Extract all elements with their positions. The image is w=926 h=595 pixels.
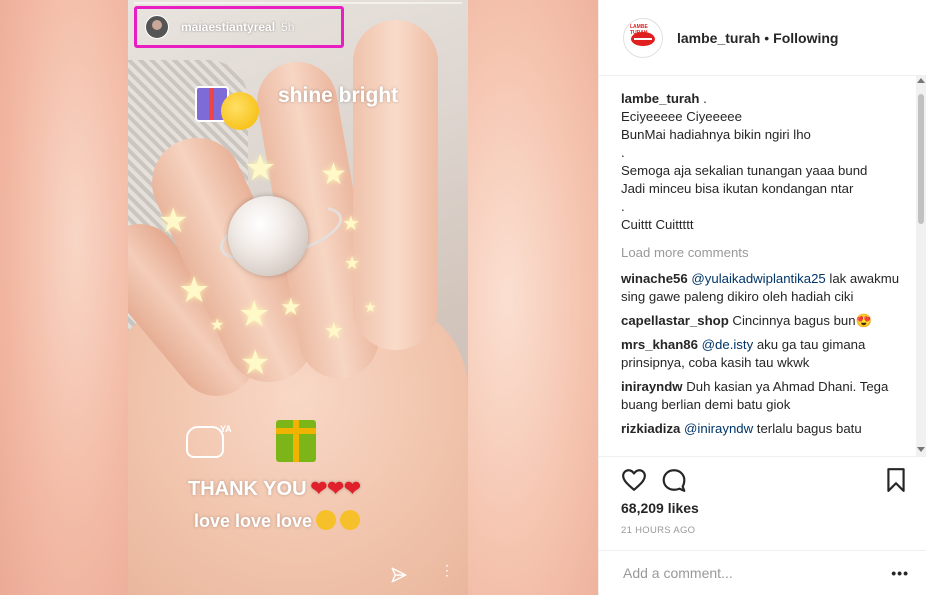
star-icon: ★ xyxy=(240,344,271,382)
story-time: 5h xyxy=(281,20,295,34)
comment-mention[interactable]: @inirayndw xyxy=(684,421,753,436)
hearts-icon: ❤❤❤ xyxy=(310,478,361,500)
comment-username[interactable]: winache56 xyxy=(621,271,688,286)
comment-item: capellastar_shop Cincinnya bagus bun😍 xyxy=(621,312,911,330)
comments-scrollbar[interactable] xyxy=(916,76,926,456)
post-sidebar: LAMBE TURAH lambe_turah • Following lamb… xyxy=(598,0,926,595)
comment-item: mrs_khan86 @de.isty aku ga tau gimana pr… xyxy=(621,336,911,372)
star-icon: ★ xyxy=(324,318,344,343)
caption-username[interactable]: lambe_turah xyxy=(621,91,699,106)
caption-line: Jadi minceu bisa ikutan kondangan ntar xyxy=(621,181,854,196)
star-icon: ★ xyxy=(178,269,211,310)
green-gift-icon xyxy=(276,420,316,462)
star-icon: ★ xyxy=(320,158,347,191)
heart-icon[interactable] xyxy=(621,467,647,493)
more-options-icon[interactable]: ••• xyxy=(891,565,909,581)
comment-text: Cincinnya bagus bun😍 xyxy=(732,313,873,328)
instagram-post: maiaestiantyreal 5h shine bright ★ ★ ★ ★… xyxy=(0,0,926,595)
kissing-emoji-icon xyxy=(340,510,361,530)
header-separator: • xyxy=(764,29,770,46)
blowing-kiss-emoji-icon xyxy=(221,92,259,130)
caption-user-suffix: . xyxy=(703,91,707,106)
comment-mention[interactable]: @de.isty xyxy=(702,337,754,352)
caption-line: Semoga aja sekalian tunangan yaaa bund xyxy=(621,163,868,178)
likes-count[interactable]: 68,209 likes xyxy=(621,500,699,516)
cat-sticker-icon xyxy=(186,426,224,458)
story-screenshot: maiaestiantyreal 5h shine bright ★ ★ ★ ★… xyxy=(128,0,468,595)
shine-bright-sticker: shine bright xyxy=(278,84,399,107)
thank-you-label: THANK YOU xyxy=(188,478,307,500)
add-comment-bar: ••• xyxy=(599,550,926,595)
scroll-up-icon[interactable] xyxy=(917,78,925,83)
story-username[interactable]: maiaestiantyreal xyxy=(181,20,275,34)
caption-line: BunMai hadiahnya bikin ngiri lho xyxy=(621,127,811,142)
comment-mention[interactable]: @yulaikadwiplantika25 xyxy=(691,271,825,286)
star-icon: ★ xyxy=(342,213,360,235)
star-icon: ★ xyxy=(344,253,361,273)
bookmark-icon[interactable] xyxy=(883,467,909,493)
load-more-comments-button[interactable]: Load more comments xyxy=(621,244,911,262)
story-header-highlight: maiaestiantyreal 5h xyxy=(134,6,344,48)
media-blur-right xyxy=(468,0,598,595)
star-icon: ★ xyxy=(238,293,271,334)
star-icon: ★ xyxy=(280,294,302,321)
profile-avatar[interactable]: LAMBE TURAH xyxy=(623,17,663,58)
love-label: love love love xyxy=(194,511,313,531)
media-blur-left xyxy=(0,0,128,595)
comments-list[interactable]: lambe_turah . Eciyeeeee Ciyeeeee BunMai … xyxy=(621,90,911,452)
caption-line: Eciyeeeee Ciyeeeee xyxy=(621,109,742,124)
heart-eyes-emoji-icon xyxy=(316,510,337,530)
love-text: love love love xyxy=(194,510,361,532)
scroll-down-icon[interactable] xyxy=(917,447,925,452)
comment-item: inirayndw Duh kasian ya Ahmad Dhani. Teg… xyxy=(621,378,911,414)
comment-text: terlalu bagus batu xyxy=(753,421,862,436)
thank-you-text: THANK YOU ❤❤❤ xyxy=(188,476,361,501)
caption-line: . xyxy=(621,199,625,214)
scroll-thumb[interactable] xyxy=(918,94,924,224)
star-icon: ★ xyxy=(158,202,189,240)
following-button[interactable]: Following xyxy=(773,30,838,46)
comment-username[interactable]: capellastar_shop xyxy=(621,313,729,328)
action-bar xyxy=(599,456,926,497)
comment-item: rizkiadiza @inirayndw terlalu bagus batu xyxy=(621,420,911,438)
header-username[interactable]: lambe_turah xyxy=(677,30,760,46)
comment-item: winache56 @yulaikadwiplantika25 lak awak… xyxy=(621,270,911,306)
star-icon: ★ xyxy=(244,147,277,188)
story-more-icon: ⋮ xyxy=(440,563,454,577)
add-comment-input[interactable] xyxy=(621,564,875,582)
story-progress-bar xyxy=(134,2,462,4)
diamond-ring xyxy=(228,196,308,276)
caption-line: Cuittt Cuittttt xyxy=(621,217,694,232)
story-avatar[interactable] xyxy=(145,15,169,39)
star-icon: ★ xyxy=(210,317,225,334)
comment-username[interactable]: rizkiadiza xyxy=(621,421,680,436)
cat-sticker-text: YA xyxy=(220,424,232,434)
caption: lambe_turah . Eciyeeeee Ciyeeeee BunMai … xyxy=(621,90,911,234)
story-send-icon xyxy=(391,567,407,583)
post-timestamp[interactable]: 21 HOURS AGO xyxy=(621,525,695,536)
post-header: LAMBE TURAH lambe_turah • Following xyxy=(599,0,926,76)
caption-line: . xyxy=(621,145,625,160)
star-icon: ★ xyxy=(364,299,377,315)
post-media[interactable]: maiaestiantyreal 5h shine bright ★ ★ ★ ★… xyxy=(0,0,598,595)
lips-logo-icon xyxy=(631,31,655,46)
comment-icon[interactable] xyxy=(661,467,687,493)
comment-username[interactable]: mrs_khan86 xyxy=(621,337,698,352)
comment-username[interactable]: inirayndw xyxy=(621,379,683,394)
